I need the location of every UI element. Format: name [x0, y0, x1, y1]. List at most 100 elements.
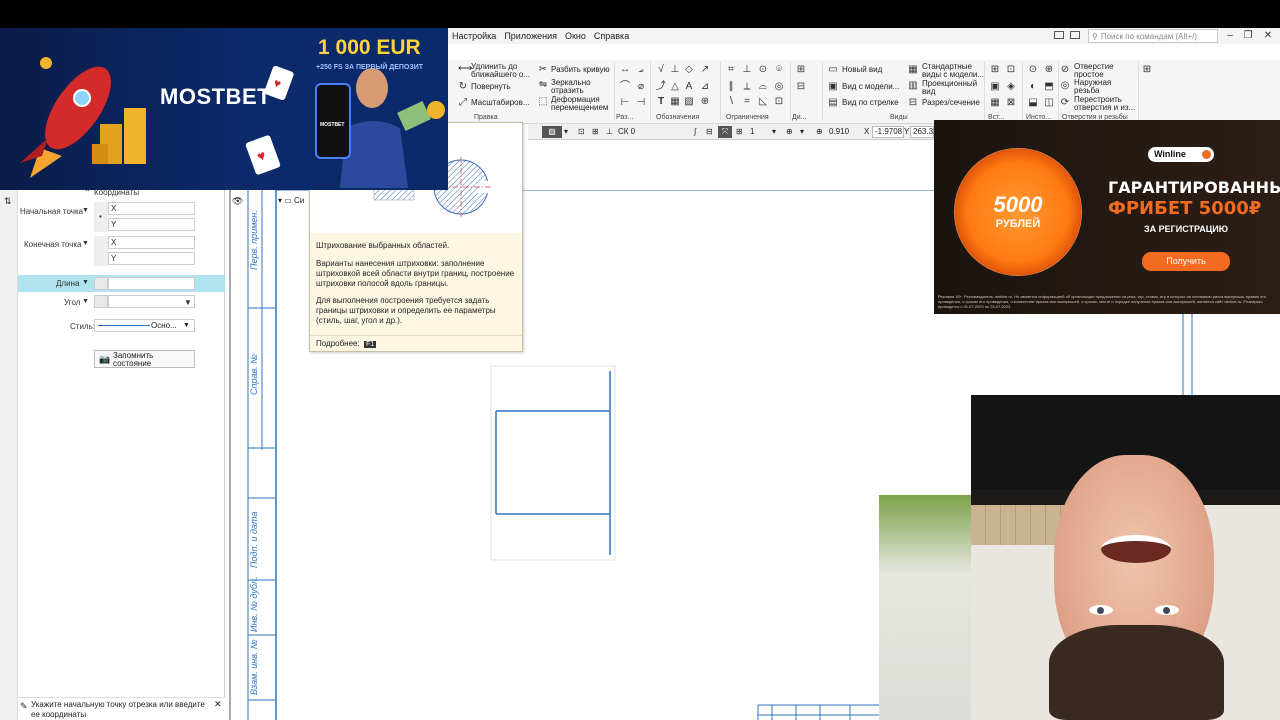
extra-tool-icon[interactable]: ⊞	[1142, 65, 1152, 75]
angle-field[interactable]	[108, 295, 195, 308]
projection-view-button[interactable]: Проекционный вид	[922, 80, 986, 96]
tool-f-icon[interactable]: ◫	[1044, 98, 1054, 108]
deform-button[interactable]: Деформация перемещением	[551, 96, 611, 112]
hatch-icon[interactable]: ▨	[684, 97, 694, 107]
start-x-field[interactable]: X	[108, 202, 195, 215]
tolerance-icon[interactable]: ◇	[684, 65, 694, 75]
tool-d-icon[interactable]: ⬒	[1044, 82, 1054, 92]
diameter-dim-icon[interactable]: ⌀	[636, 82, 646, 92]
insert-fragment-icon[interactable]: ⊡	[1006, 65, 1016, 75]
new-view-button[interactable]: Новый вид	[842, 66, 882, 74]
winline-get-button[interactable]: Получить	[1142, 252, 1230, 271]
menu-applications[interactable]: Приложения	[500, 31, 561, 41]
standard-views-button[interactable]: Стандартные виды с модели...	[922, 63, 986, 79]
menu-help[interactable]: Справка	[590, 31, 633, 41]
mark-icon[interactable]: △	[670, 82, 680, 92]
mostbet-ad-banner[interactable]: ♥ ♥ MOSTBET 1 000 EUR +250 FS ЗА ПЕРВЫЙ …	[0, 28, 448, 190]
simple-hole-button[interactable]: Отверстие простое	[1074, 63, 1130, 79]
close-icon[interactable]: ✕	[1260, 29, 1276, 43]
x-coord-field[interactable]: -1.9708	[872, 126, 904, 138]
horizontal-icon[interactable]: ⊥	[742, 65, 752, 75]
end-point-dropdown-icon[interactable]: ▼	[82, 240, 89, 247]
outer-thread-button[interactable]: Наружная резьба	[1074, 79, 1130, 95]
toggle-panel-icon[interactable]: ⇅	[4, 196, 12, 207]
base-icon[interactable]: ⊥	[670, 65, 680, 75]
zoom-in-icon[interactable]: ⊕	[816, 126, 823, 138]
layer-icon[interactable]: ⊟	[706, 126, 713, 138]
dropdown-arrow-icon[interactable]: ▾	[564, 126, 568, 138]
zoom-value[interactable]: 0.910	[829, 126, 849, 138]
symmetry-icon[interactable]: ◺	[758, 97, 768, 107]
layout-icon[interactable]	[1054, 31, 1064, 39]
extend-button[interactable]: Удлинить до ближайшего о...	[471, 63, 533, 79]
insert-image-icon[interactable]: ⊞	[990, 65, 1000, 75]
length-field[interactable]	[108, 277, 195, 290]
insert-view-icon[interactable]: ▣	[990, 82, 1000, 92]
winline-ad-banner[interactable]: 5000 РУБЛЕЙ Winline ГАРАНТИРОВАННЫЙ ФРИБ…	[934, 120, 1280, 314]
cut-line-icon[interactable]: ⊿	[700, 82, 710, 92]
hatch-tool-icon[interactable]: ▨	[542, 126, 562, 138]
start-point-dropdown-icon[interactable]: ▼	[82, 207, 89, 214]
insert-table-icon[interactable]: ▦	[990, 98, 1000, 108]
restore-icon[interactable]: ❐	[1240, 29, 1256, 43]
section-button[interactable]: Разрез/сечение	[922, 99, 980, 107]
minimize-icon[interactable]: –	[1222, 29, 1238, 43]
ortho-icon[interactable]: ∫	[694, 126, 696, 138]
zoom-icon[interactable]: ⊕	[786, 126, 793, 138]
chain-dim-icon[interactable]: ⊣	[636, 98, 646, 108]
snap-icon[interactable]: ⊡	[578, 126, 585, 138]
mirror-button[interactable]: Зеркально отразить	[551, 79, 599, 95]
status-close-icon[interactable]: ✕	[214, 699, 222, 710]
axis-icon[interactable]: ⊥	[606, 126, 613, 138]
dimension-icon[interactable]: ↔	[620, 65, 630, 75]
scale-dropdown-icon[interactable]: ▾	[772, 126, 776, 138]
coincide-icon[interactable]: ⊙	[758, 65, 768, 75]
insert-object-icon[interactable]: ◈	[1006, 82, 1016, 92]
zoom-dropdown-icon[interactable]: ▾	[800, 126, 804, 138]
center-mark-icon[interactable]: ⊕	[700, 97, 710, 107]
arrow-view-button[interactable]: Вид по стрелке	[842, 99, 899, 107]
model-view-button[interactable]: Вид с модели...	[842, 83, 899, 91]
perpendicular-icon[interactable]: ⟂	[742, 82, 752, 92]
angle-select-icon[interactable]: ▼	[184, 298, 192, 307]
end-y-field[interactable]: Y	[108, 252, 195, 265]
cs-label[interactable]: СК 0	[618, 126, 635, 138]
equal-length-icon[interactable]: =	[742, 97, 752, 107]
concentric-icon[interactable]: ◎	[774, 82, 784, 92]
length-dropdown-icon[interactable]: ▼	[82, 279, 89, 286]
scale-value[interactable]: 1	[750, 126, 754, 138]
insert-link-icon[interactable]: ⊠	[1006, 98, 1016, 108]
tool-a-icon[interactable]: ⊙	[1028, 65, 1038, 75]
measure-icon[interactable]: ⊟	[796, 82, 806, 92]
fix-icon[interactable]: ⌗	[726, 65, 736, 75]
split-curve-button[interactable]: Разбить кривую	[551, 66, 610, 74]
style-select[interactable]: Осно... ▼	[94, 319, 195, 332]
roughness-icon[interactable]: √	[656, 65, 666, 75]
end-x-field[interactable]: X	[108, 236, 195, 249]
leader-icon[interactable]: ↗	[700, 65, 710, 75]
tangent-icon[interactable]: ⌓	[758, 82, 768, 92]
radial-dim-icon[interactable]: ⌒	[620, 82, 630, 92]
equal-icon[interactable]: ∖	[726, 97, 736, 107]
length-lock[interactable]	[94, 277, 108, 290]
tree-item[interactable]: ▾ ▭ Си	[278, 196, 304, 205]
tool-e-icon[interactable]: ⬓	[1028, 98, 1038, 108]
command-search-input[interactable]: ⚲ Поиск по командам (Alt+/)	[1088, 29, 1218, 43]
linear-dim-icon[interactable]: ⊢	[620, 98, 630, 108]
text-icon[interactable]: T	[656, 97, 666, 107]
start-y-field[interactable]: Y	[108, 218, 195, 231]
menu-window[interactable]: Окно	[561, 31, 590, 41]
arrow-icon[interactable]: ⤴	[656, 82, 666, 92]
midpoint-icon[interactable]: ⌾	[774, 65, 784, 75]
angle-dropdown-icon[interactable]: ▼	[82, 298, 89, 305]
remember-state-button[interactable]: 📷 Запомнить состояние	[94, 350, 195, 368]
grid-icon[interactable]: ⊞	[592, 126, 599, 138]
text-a-icon[interactable]: A	[684, 82, 694, 92]
visibility-eye-icon[interactable]: 👁	[232, 196, 243, 207]
tool-c-icon[interactable]: ◐	[1028, 82, 1038, 92]
table-icon[interactable]: ▦	[670, 97, 680, 107]
snap-toggle-icon[interactable]: ⤧	[718, 126, 732, 138]
rebuild-holes-button[interactable]: Перестроить отверстия и из...	[1074, 96, 1138, 112]
style-dropdown-icon[interactable]: ▼	[183, 320, 190, 331]
camera-icon[interactable]	[1070, 31, 1080, 39]
